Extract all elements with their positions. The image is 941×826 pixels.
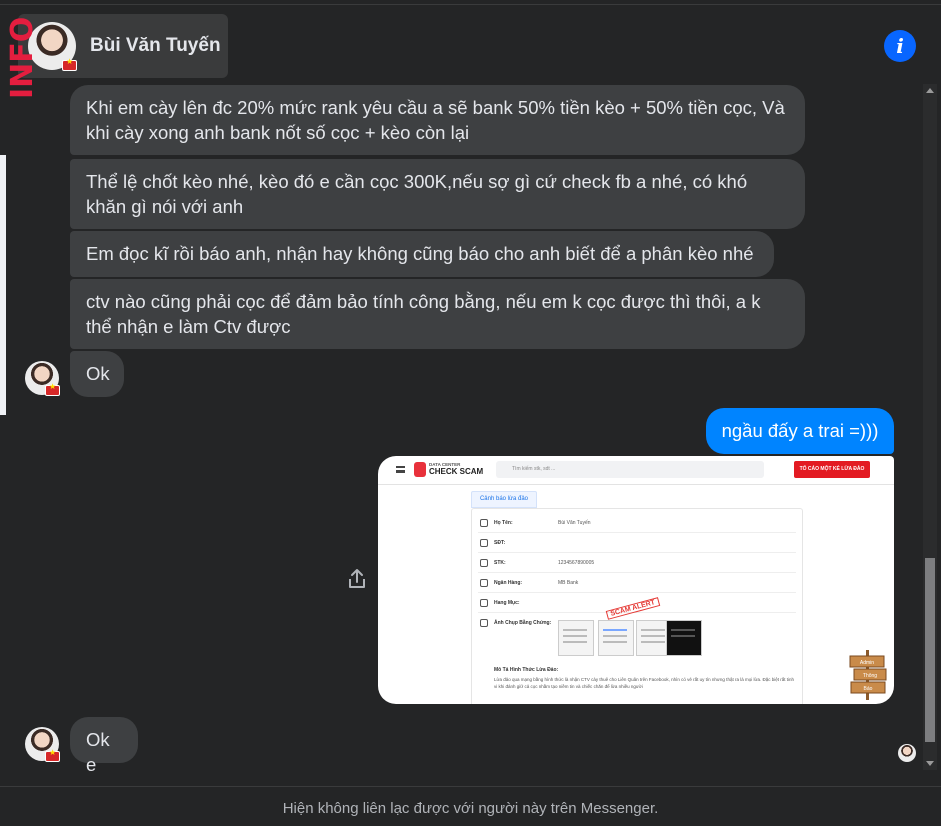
scrollbar[interactable]: [923, 84, 937, 770]
info-icon: i: [896, 34, 904, 58]
svg-text:Admin: Admin: [860, 660, 874, 666]
row-label: Ngân Hàng:: [494, 580, 523, 586]
evidence-thumbnail: [598, 620, 634, 656]
row-label: SĐT:: [494, 540, 506, 546]
row-label: Họ Tên:: [494, 520, 513, 526]
flag-badge-icon: [62, 57, 77, 71]
admin-sign-icon: Admin Thông Báo: [849, 650, 887, 700]
row-value: 1234567890005: [558, 560, 595, 566]
info-row: STK: 1234567890005: [478, 554, 796, 573]
conversation-header[interactable]: Bùi Văn Tuyến: [18, 14, 228, 78]
scroll-down-icon[interactable]: [926, 761, 934, 766]
share-icon[interactable]: [345, 567, 369, 591]
received-message[interactable]: Ok: [70, 351, 124, 397]
card-icon: [480, 559, 488, 567]
svg-text:Thông: Thông: [863, 673, 877, 679]
row-label: Ảnh Chụp Bằng Chứng:: [494, 620, 552, 626]
received-message[interactable]: ctv nào cũng phải cọc để đảm bảo tính cô…: [70, 279, 805, 349]
scrollbar-thumb[interactable]: [925, 558, 935, 742]
image-attachment[interactable]: DATA CENTER CHECK SCAM Tìm kiếm stk, sdt…: [378, 456, 894, 704]
description-title: Mô Tả Hình Thức Lừa Đảo:: [494, 667, 559, 673]
flag-badge-icon: [45, 382, 60, 396]
sender-avatar[interactable]: [25, 361, 60, 396]
bank-icon: [480, 579, 488, 587]
row-label: Hang Mục:: [494, 600, 520, 606]
scroll-up-icon[interactable]: [926, 88, 934, 93]
category-icon: [480, 599, 488, 607]
row-value: Bùi Văn Tuyến: [558, 520, 591, 526]
contact-name[interactable]: Bùi Văn Tuyến: [90, 35, 221, 57]
sender-avatar[interactable]: [25, 727, 60, 762]
row-value: MB Bank: [558, 580, 579, 586]
background-window-edge: [0, 155, 6, 415]
svg-text:Báo: Báo: [864, 686, 873, 692]
received-message[interactable]: Thể lệ chốt kèo nhé, kèo đó e cần cọc 30…: [70, 159, 805, 229]
site-search: Tìm kiếm stk, sdt ...: [496, 461, 764, 478]
phone-icon: [480, 539, 488, 547]
watermark-logo: INFO: [5, 16, 40, 100]
seen-indicator-avatar: [898, 744, 916, 762]
evidence-thumbnail: [558, 620, 594, 656]
evidence-thumbnail: [666, 620, 702, 656]
received-message[interactable]: Em đọc kĩ rồi báo anh, nhận hay không cũ…: [70, 231, 774, 277]
top-divider: [0, 4, 941, 5]
flag-badge-icon: [45, 748, 60, 762]
site-tab: Cảnh báo lừa đảo: [471, 491, 537, 508]
lock-logo-icon: [414, 462, 426, 477]
unavailable-notice: Hiện không liên lạc được với người này t…: [282, 800, 659, 817]
info-button[interactable]: i: [884, 30, 916, 62]
site-report-button: TỐ CÁO MỘT KẺ LỪA ĐẢO: [794, 461, 870, 478]
sent-message[interactable]: ngầu đấy a trai =))): [706, 408, 894, 454]
info-row: SĐT:: [478, 534, 796, 553]
info-row: Họ Tên: Bùi Văn Tuyến: [478, 514, 796, 533]
info-row: Ngân Hàng: MB Bank: [478, 574, 796, 593]
row-label: STK:: [494, 560, 506, 566]
description-text: Lừa đảo qua mạng bằng hình thức là nhận …: [494, 677, 794, 689]
brand-title: CHECK SCAM: [429, 467, 484, 476]
footer-divider: [0, 786, 941, 787]
user-icon: [480, 519, 488, 527]
menu-icon: [396, 466, 405, 473]
image-icon: [480, 619, 488, 627]
received-message[interactable]: Ok e: [70, 717, 138, 775]
received-message[interactable]: Khi em cày lên đc 20% mức rank yêu cầu a…: [70, 85, 805, 155]
